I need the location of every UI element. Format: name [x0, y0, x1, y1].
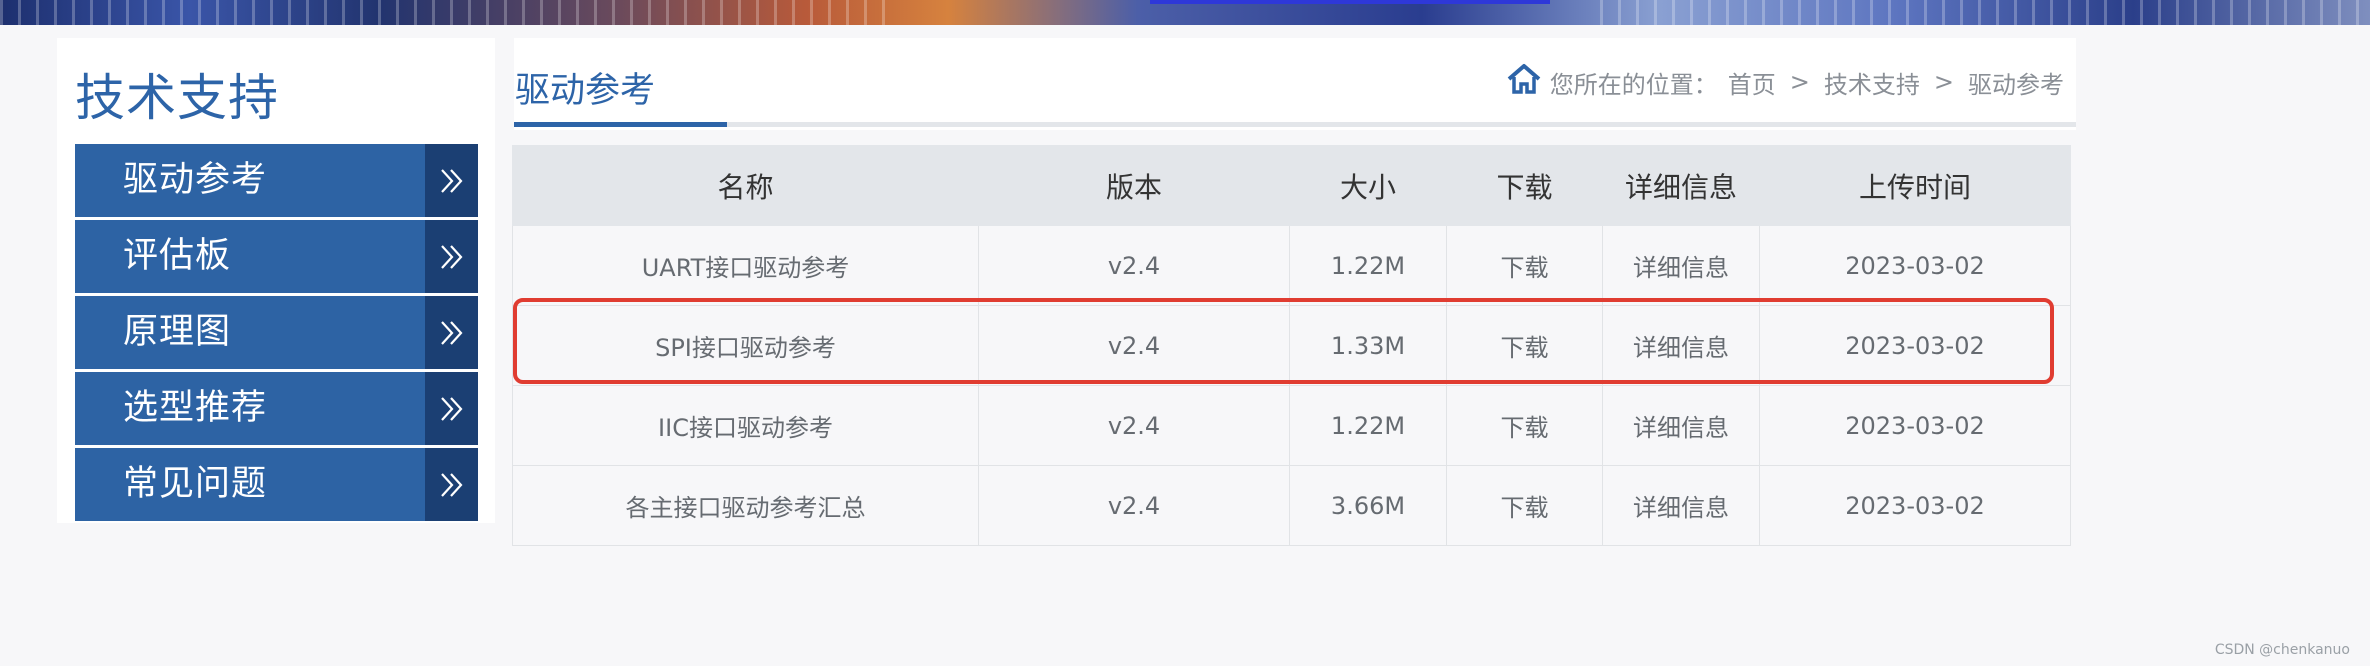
cell-size: 1.33M	[1289, 305, 1447, 386]
cell-name: UART接口驱动参考	[512, 225, 979, 306]
cell-version: v2.4	[978, 385, 1290, 466]
cell-size: 1.22M	[1289, 225, 1447, 306]
cell-version: v2.4	[978, 305, 1290, 386]
sidebar: 技术支持 驱动参考 评估板 原理图 选型推荐 常见问题	[57, 38, 495, 523]
cell-name: SPI接口驱动参考	[512, 305, 979, 386]
sidebar-item-schematic[interactable]: 原理图	[75, 296, 478, 369]
double-chevron-right-icon	[425, 372, 478, 445]
header-divider	[514, 122, 2076, 127]
cell-upload-time: 2023-03-02	[1759, 305, 2071, 386]
page-title: 驱动参考	[515, 71, 656, 111]
breadcrumb-tech-support-link[interactable]: 技术支持	[1824, 65, 1920, 100]
table-row: SPI接口驱动参考 v2.4 1.33M 下载 详细信息 2023-03-02	[512, 305, 2071, 386]
breadcrumb-separator: >	[1789, 68, 1810, 96]
double-chevron-right-icon	[425, 144, 478, 217]
table-row: UART接口驱动参考 v2.4 1.22M 下载 详细信息 2023-03-02	[512, 225, 2071, 306]
cell-upload-time: 2023-03-02	[1759, 225, 2071, 306]
content-header: 驱动参考 您所在的位置： 首页 > 技术支持 > 驱动参考	[514, 38, 2076, 130]
download-link[interactable]: 下载	[1446, 385, 1603, 466]
cell-size: 3.66M	[1289, 465, 1447, 546]
cell-version: v2.4	[978, 465, 1290, 546]
breadcrumb-prefix: 您所在的位置：	[1549, 70, 1718, 99]
breadcrumb-separator: >	[1933, 68, 1954, 96]
sidebar-item-eval-board[interactable]: 评估板	[75, 220, 478, 293]
table-header-row: 名称 版本 大小 下载 详细信息 上传时间	[512, 145, 2071, 226]
table-row: IIC接口驱动参考 v2.4 1.22M 下载 详细信息 2023-03-02	[512, 385, 2071, 466]
column-header-download: 下载	[1446, 145, 1603, 226]
column-header-version: 版本	[978, 145, 1290, 226]
table-row: 各主接口驱动参考汇总 v2.4 3.66M 下载 详细信息 2023-03-02	[512, 465, 2071, 546]
cell-size: 1.22M	[1289, 385, 1447, 466]
cell-version: v2.4	[978, 225, 1290, 306]
top-banner	[0, 0, 2370, 25]
breadcrumb: 您所在的位置： 首页 > 技术支持 > 驱动参考	[1506, 64, 2064, 100]
driver-table: 名称 版本 大小 下载 详细信息 上传时间 UART接口驱动参考 v2.4 1.…	[512, 145, 2071, 546]
sidebar-item-faq[interactable]: 常见问题	[75, 448, 478, 521]
watermark: CSDN @chenkanuo	[2214, 642, 2350, 658]
details-link[interactable]: 详细信息	[1602, 305, 1760, 386]
sidebar-item-driver-reference[interactable]: 驱动参考	[75, 144, 478, 217]
column-header-details: 详细信息	[1602, 145, 1760, 226]
details-link[interactable]: 详细信息	[1602, 385, 1760, 466]
breadcrumb-home-link[interactable]: 首页	[1728, 65, 1776, 100]
banner-circuit-pattern	[0, 0, 900, 25]
cell-upload-time: 2023-03-02	[1759, 385, 2071, 466]
cell-name: IIC接口驱动参考	[512, 385, 979, 466]
sidebar-item-label: 原理图	[123, 312, 232, 352]
breadcrumb-current[interactable]: 驱动参考	[1968, 65, 2064, 100]
column-header-name: 名称	[512, 145, 979, 226]
driver-table-container: 名称 版本 大小 下载 详细信息 上传时间 UART接口驱动参考 v2.4 1.…	[512, 145, 2071, 546]
double-chevron-right-icon	[425, 448, 478, 521]
sidebar-item-label: 驱动参考	[123, 160, 268, 200]
details-link[interactable]: 详细信息	[1602, 225, 1760, 306]
column-header-upload-time: 上传时间	[1759, 145, 2071, 226]
download-link[interactable]: 下载	[1446, 305, 1603, 386]
header-active-underline	[514, 122, 727, 127]
download-link[interactable]: 下载	[1446, 225, 1603, 306]
double-chevron-right-icon	[425, 220, 478, 293]
cell-name: 各主接口驱动参考汇总	[512, 465, 979, 546]
home-icon	[1506, 63, 1550, 101]
banner-circuit-pattern-right	[1600, 0, 2370, 25]
double-chevron-right-icon	[425, 296, 478, 369]
sidebar-item-label: 评估板	[123, 236, 232, 276]
sidebar-item-label: 常见问题	[123, 464, 268, 504]
sidebar-title: 技术支持	[75, 69, 279, 127]
cell-upload-time: 2023-03-02	[1759, 465, 2071, 546]
details-link[interactable]: 详细信息	[1602, 465, 1760, 546]
banner-accent-bar	[1150, 0, 1550, 4]
column-header-size: 大小	[1289, 145, 1447, 226]
sidebar-item-label: 选型推荐	[123, 388, 268, 428]
sidebar-item-selection-guide[interactable]: 选型推荐	[75, 372, 478, 445]
download-link[interactable]: 下载	[1446, 465, 1603, 546]
